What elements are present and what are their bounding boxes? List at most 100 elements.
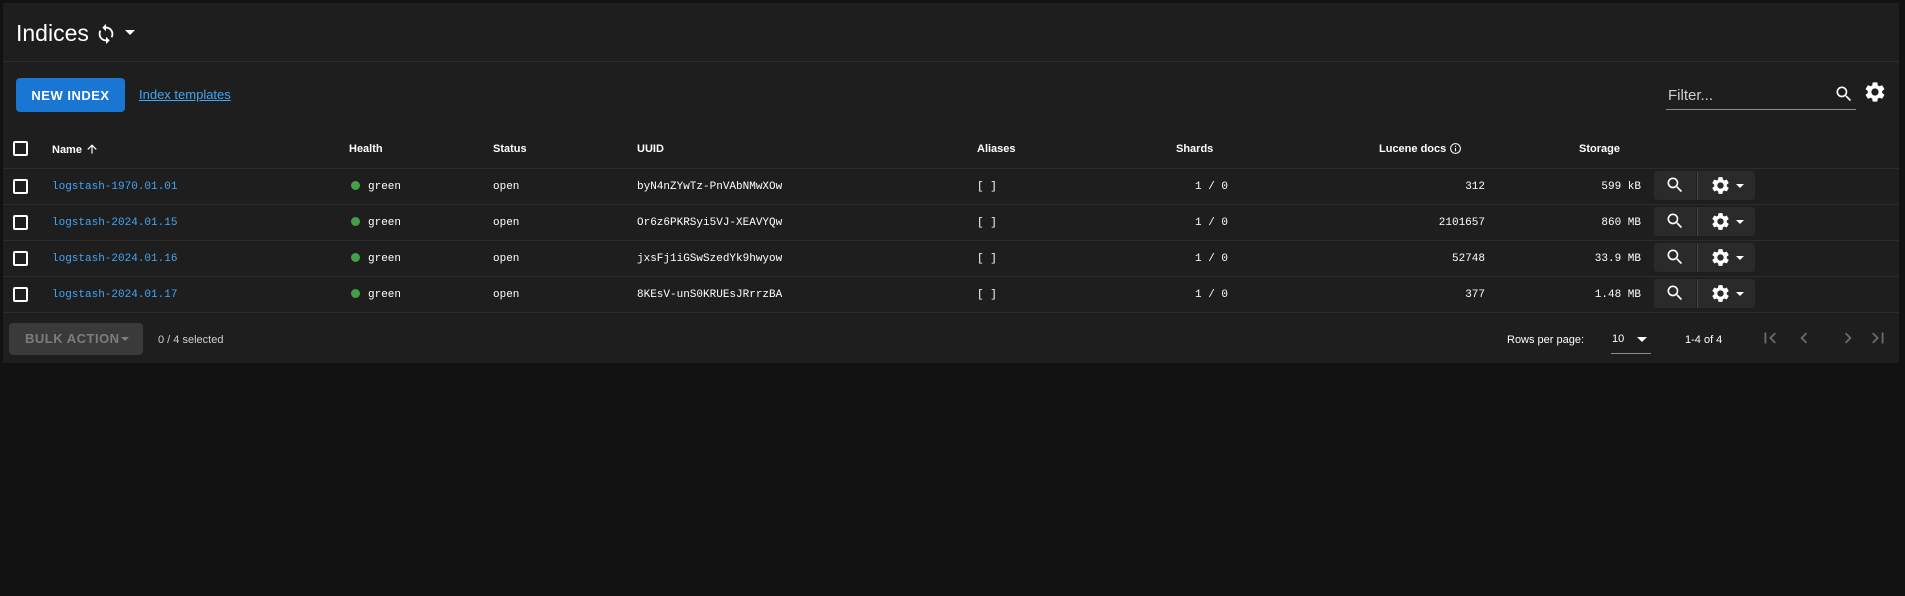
shards-value: 1 / 0 bbox=[1195, 253, 1229, 265]
table-row: logstash-2024.01.17 green open 8KEsV-unS0KR… bbox=[3, 277, 1899, 313]
new-index-button[interactable]: NEW INDEX bbox=[16, 78, 125, 112]
bulk-action-label: BULK ACTION bbox=[25, 331, 120, 346]
health-value: green bbox=[368, 289, 402, 301]
rows-per-page-value: 10 bbox=[1612, 333, 1625, 345]
health-value: green bbox=[368, 253, 402, 265]
gear-icon bbox=[1712, 249, 1729, 266]
shards-value: 1 / 0 bbox=[1195, 181, 1229, 193]
health-indicator bbox=[351, 181, 360, 190]
aliases-value: [ ] bbox=[977, 217, 997, 229]
next-page-icon[interactable] bbox=[1837, 327, 1859, 349]
shards-value: 1 / 0 bbox=[1195, 217, 1229, 229]
health-indicator bbox=[351, 253, 360, 262]
table-header: Name Health Status UUID Aliases Shards L… bbox=[3, 130, 1899, 169]
status-value: open bbox=[493, 217, 520, 229]
pagination-range: 1-4 of 4 bbox=[1685, 334, 1723, 346]
health-indicator bbox=[351, 217, 360, 226]
view-index-button[interactable] bbox=[1654, 171, 1696, 200]
storage-value: 33.9 MB bbox=[1594, 253, 1641, 265]
caret-down-icon bbox=[1736, 184, 1744, 188]
status-value: open bbox=[493, 289, 520, 301]
index-actions-button[interactable] bbox=[1698, 207, 1755, 236]
uuid-value: 8KEsV-unS0KRUEsJRrrzBA bbox=[637, 289, 783, 301]
table-row: logstash-1970.01.01 green open byN4nZYwTz-P… bbox=[3, 169, 1899, 205]
index-name-link[interactable]: logstash-2024.01.16 bbox=[52, 252, 177, 266]
caret-down-icon bbox=[1736, 220, 1744, 224]
view-index-button[interactable] bbox=[1654, 207, 1696, 236]
column-header-shards[interactable]: Shards bbox=[1176, 142, 1213, 156]
column-header-lucene-docs[interactable]: Lucene docs bbox=[1379, 142, 1462, 156]
lucene-docs-value: 52748 bbox=[1451, 253, 1485, 265]
column-header-lucene-docs-label: Lucene docs bbox=[1379, 143, 1447, 155]
filter-field[interactable] bbox=[1666, 79, 1856, 110]
uuid-value: byN4nZYwTz-PnVAbNMwXOw bbox=[637, 181, 783, 193]
health-value: green bbox=[368, 217, 402, 229]
column-header-status[interactable]: Status bbox=[493, 142, 527, 156]
column-header-uuid[interactable]: UUID bbox=[637, 142, 664, 156]
arrow-up-icon[interactable] bbox=[85, 142, 99, 156]
view-index-button[interactable] bbox=[1654, 279, 1696, 308]
index-name-link[interactable]: logstash-1970.01.01 bbox=[52, 180, 177, 194]
select-all-checkbox[interactable] bbox=[13, 141, 28, 156]
caret-down-icon bbox=[121, 337, 129, 341]
health-indicator bbox=[351, 289, 360, 298]
info-icon[interactable] bbox=[1449, 142, 1462, 155]
storage-value: 599 kB bbox=[1601, 181, 1641, 193]
search-icon[interactable] bbox=[1834, 84, 1854, 104]
column-header-aliases[interactable]: Aliases bbox=[977, 142, 1016, 156]
column-header-health[interactable]: Health bbox=[349, 142, 383, 156]
search-icon bbox=[1667, 285, 1683, 301]
caret-down-icon bbox=[1736, 292, 1744, 296]
column-header-name-label: Name bbox=[52, 144, 82, 156]
column-header-name[interactable]: Name bbox=[52, 142, 99, 157]
index-actions-button[interactable] bbox=[1698, 279, 1755, 308]
table-footer: BULK ACTION 0 / 4 selected Rows per page… bbox=[3, 322, 1899, 363]
uuid-value: Or6z6PKRSyi5VJ-XEAVYQw bbox=[637, 217, 783, 229]
shards-value: 1 / 0 bbox=[1195, 289, 1229, 301]
last-page-icon[interactable] bbox=[1867, 327, 1889, 349]
caret-down-icon[interactable] bbox=[125, 30, 135, 35]
gear-icon bbox=[1712, 177, 1729, 194]
row-checkbox[interactable] bbox=[13, 215, 28, 230]
gear-icon bbox=[1712, 285, 1729, 302]
storage-value: 860 MB bbox=[1601, 217, 1641, 229]
first-page-icon[interactable] bbox=[1759, 327, 1781, 349]
row-checkbox[interactable] bbox=[13, 287, 28, 302]
status-value: open bbox=[493, 181, 520, 193]
lucene-docs-value: 377 bbox=[1465, 289, 1485, 301]
gear-icon[interactable] bbox=[1863, 80, 1887, 104]
rows-per-page-label: Rows per page: bbox=[1507, 334, 1585, 346]
index-actions-button[interactable] bbox=[1698, 171, 1755, 200]
row-checkbox[interactable] bbox=[13, 251, 28, 266]
search-icon bbox=[1667, 177, 1683, 193]
storage-value: 1.48 MB bbox=[1594, 289, 1641, 301]
refresh-icon[interactable] bbox=[95, 23, 117, 45]
previous-page-icon[interactable] bbox=[1793, 327, 1815, 349]
page-header: Indices bbox=[3, 3, 1899, 62]
caret-down-icon bbox=[1637, 337, 1647, 342]
indices-table: Name Health Status UUID Aliases Shards L… bbox=[3, 130, 1899, 313]
status-value: open bbox=[493, 253, 520, 265]
index-templates-link[interactable]: Index templates bbox=[139, 87, 231, 102]
bulk-action-button[interactable]: BULK ACTION bbox=[9, 323, 143, 355]
table-row: logstash-2024.01.16 green open jxsFj1iGSwSz… bbox=[3, 241, 1899, 277]
health-value: green bbox=[368, 181, 402, 193]
gear-icon bbox=[1712, 213, 1729, 230]
filter-input[interactable] bbox=[1666, 83, 1830, 107]
index-name-link[interactable]: logstash-2024.01.17 bbox=[52, 288, 177, 302]
search-icon bbox=[1667, 249, 1683, 265]
aliases-value: [ ] bbox=[977, 289, 997, 301]
search-icon bbox=[1667, 213, 1683, 229]
view-index-button[interactable] bbox=[1654, 243, 1696, 272]
column-header-storage[interactable]: Storage bbox=[1579, 142, 1620, 156]
index-actions-button[interactable] bbox=[1698, 243, 1755, 272]
row-checkbox[interactable] bbox=[13, 179, 28, 194]
lucene-docs-value: 2101657 bbox=[1438, 217, 1485, 229]
rows-per-page-select[interactable]: 10 bbox=[1611, 324, 1651, 354]
indices-panel: Indices NEW INDEX Index templates Name H… bbox=[3, 3, 1899, 363]
selection-count: 0 / 4 selected bbox=[158, 334, 224, 346]
index-name-link[interactable]: logstash-2024.01.15 bbox=[52, 216, 177, 230]
caret-down-icon bbox=[1736, 256, 1744, 260]
aliases-value: [ ] bbox=[977, 253, 997, 265]
page-title: Indices bbox=[16, 20, 89, 46]
